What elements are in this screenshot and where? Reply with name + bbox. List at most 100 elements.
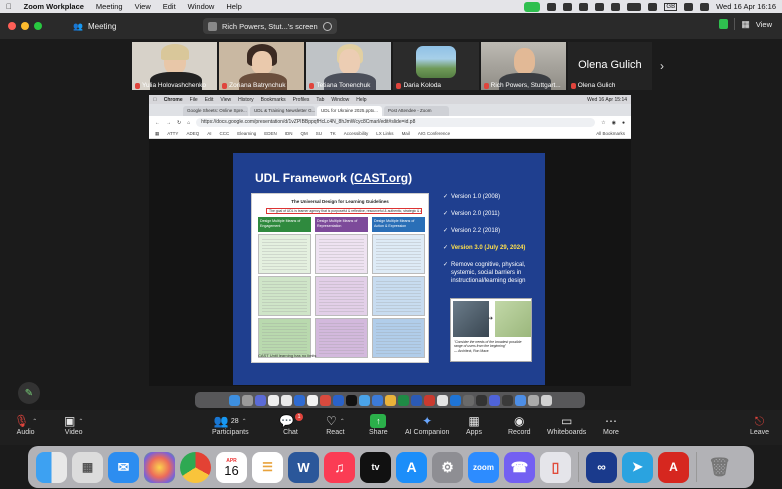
mic-muted-icon <box>396 82 402 89</box>
apple-tv-icon[interactable]: tv <box>360 451 391 483</box>
chat-button[interactable]: 💬 1 ⌃ Chat <box>279 413 303 436</box>
udl-cell <box>372 318 425 358</box>
shared-apple-icon:  <box>153 97 157 103</box>
udl-card-goal: The goal of UDL is learner agency that i… <box>266 208 422 214</box>
annotate-pencil-icon[interactable]: ✎ <box>18 382 40 404</box>
shared-dock-icon <box>345 394 357 406</box>
shared-menu-item: View <box>216 96 231 103</box>
udl-version-list: ✓ Version 1.0 (2008) ✓ Version 2.0 (2011) … <box>443 193 543 294</box>
chevron-up-icon[interactable]: ⌃ <box>242 418 247 425</box>
participant-name: Daria Koloda <box>403 82 442 89</box>
minimize-window-icon[interactable] <box>21 22 29 30</box>
participant-tile[interactable]: Yulia Holovashchenko <box>132 42 218 90</box>
view-button[interactable]: View <box>756 20 772 29</box>
wifi-icon[interactable] <box>648 2 658 11</box>
shared-url: https://docs.google.com/presentation/d/1… <box>196 118 596 127</box>
calendar-icon[interactable]: APR 16 <box>216 451 247 483</box>
word-icon[interactable]: W <box>288 451 319 483</box>
video-button[interactable]: ▣ ⌃ Video <box>64 413 83 436</box>
mac-dock: ▦ ✉ APR 16 ☰ W ♫ tv A ⚙ zoom ☎ ▯ ∞ ➤ A 🗑 <box>28 446 754 488</box>
menu-window[interactable]: Window <box>188 2 215 11</box>
shared-tab-active: UDL for Ukraine 2025.pptx... <box>317 106 382 116</box>
participant-avatar-photo <box>416 46 457 78</box>
participant-tile[interactable]: Zoriana Batrynchuk <box>219 42 305 90</box>
menu-edit[interactable]: Edit <box>163 2 176 11</box>
acrobat-icon[interactable]: A <box>658 451 689 483</box>
menu-view[interactable]: View <box>135 2 151 11</box>
shield-icon[interactable] <box>719 19 729 29</box>
participant-tile-active-speaker[interactable]: Rich Powers, Stuttgart... <box>480 42 566 90</box>
whiteboard-icon: ▭ <box>560 414 573 428</box>
share-button[interactable]: ↑ Share <box>369 413 388 436</box>
tray-icon-1[interactable] <box>547 2 557 11</box>
participant-tile[interactable]: Tetiana Tonenchuk <box>306 42 392 90</box>
battery-icon[interactable] <box>627 2 642 11</box>
tray-icon-2[interactable] <box>563 2 573 11</box>
keyboard-layout[interactable]: GB <box>664 2 678 11</box>
close-window-icon[interactable] <box>8 22 16 30</box>
shared-dock-icon <box>228 394 240 406</box>
system-settings-icon[interactable]: ⚙ <box>432 451 463 483</box>
record-button[interactable]: ◉ Record <box>508 413 531 436</box>
dock-separator <box>578 452 579 482</box>
shared-dock-icon <box>241 394 253 406</box>
next-page-chevron-icon[interactable]: › <box>655 42 669 90</box>
maximize-window-icon[interactable] <box>34 22 42 30</box>
zoom-camera-tray-icon[interactable] <box>524 1 541 12</box>
more-button[interactable]: ⋯ More <box>603 413 619 436</box>
reload-icon: ↻ <box>177 119 182 126</box>
bookmark-folder: ATTY <box>167 131 179 136</box>
share-screen-icon: ↑ <box>370 414 387 428</box>
audio-button[interactable]: 🎙 ⌃ Audio <box>14 413 37 436</box>
participant-name: Zoriana Batrynchuk <box>229 82 286 89</box>
menu-help[interactable]: Help <box>226 2 241 11</box>
menubar-clock[interactable]: Wed 16 Apr 16:16 <box>716 2 776 11</box>
participants-button[interactable]: 👥 28 ⌃ Participants <box>212 413 249 436</box>
apple-icon[interactable]:  <box>6 2 12 11</box>
windows-app-icon[interactable]: ∞ <box>586 451 617 483</box>
music-icon[interactable]: ♫ <box>324 451 355 483</box>
share-options-icon[interactable] <box>323 21 332 31</box>
menu-meeting[interactable]: Meeting <box>96 2 123 11</box>
reminders-icon[interactable]: ☰ <box>252 451 283 483</box>
finder-icon[interactable] <box>36 451 67 483</box>
chrome-icon[interactable] <box>180 451 211 483</box>
version-item: ✓ Version 1.0 (2008) <box>443 194 501 200</box>
react-button[interactable]: ♡ ⌃ React <box>326 413 345 436</box>
participant-tile[interactable]: Olena Gulich Olena Gulich <box>567 42 652 90</box>
participant-tile[interactable]: Daria Koloda <box>393 42 479 90</box>
trash-icon[interactable]: 🗑 <box>704 452 735 483</box>
ai-companion-button[interactable]: ✦ AI Companion <box>405 413 449 436</box>
viber-icon[interactable]: ☎ <box>504 451 535 483</box>
chevron-up-icon[interactable]: ⌃ <box>340 418 345 425</box>
shared-mac-menubar:  Chrome File Edit View History Bookmark… <box>149 95 631 104</box>
app-store-icon[interactable]: A <box>396 451 427 483</box>
bluetooth-icon[interactable] <box>611 2 621 11</box>
photos-icon[interactable] <box>144 451 175 483</box>
launchpad-icon[interactable]: ▦ <box>72 451 103 483</box>
apps-button[interactable]: ▦ Apps <box>466 413 482 436</box>
tray-icon-3[interactable] <box>579 2 589 11</box>
bookmark-folder: LX Links <box>376 131 394 136</box>
whiteboards-label: Whiteboards <box>547 429 587 436</box>
photo-quote: "Consider the needs of the broadest poss… <box>454 340 522 353</box>
iphone-mirroring-icon[interactable]: ▯ <box>540 451 571 483</box>
bookmark-folder: TK <box>330 131 336 136</box>
control-center-icon[interactable] <box>700 2 710 11</box>
whiteboards-button[interactable]: ▭ Whiteboards <box>547 413 586 436</box>
search-icon[interactable] <box>684 2 694 11</box>
bookmark-folder: Elearning <box>237 131 257 136</box>
tray-icon-4[interactable] <box>595 2 605 11</box>
menu-app-name[interactable]: Zoom Workplace <box>24 2 84 11</box>
chevron-up-icon[interactable]: ⌃ <box>78 418 83 425</box>
telegram-icon[interactable]: ➤ <box>622 451 653 483</box>
zoom-icon[interactable]: zoom <box>468 451 499 483</box>
leave-button[interactable]: ⎋ Leave <box>750 413 769 437</box>
shared-dock-icon <box>540 394 552 406</box>
ramp-photo <box>495 301 531 337</box>
participant-name: Yulia Holovashchenko <box>142 82 206 89</box>
screen-share-indicator[interactable]: Rich Powers, Stut...'s screen <box>203 18 337 34</box>
chevron-up-icon[interactable]: ⌃ <box>32 418 37 425</box>
mic-muted-icon <box>309 82 315 89</box>
mail-icon[interactable]: ✉ <box>108 451 139 483</box>
